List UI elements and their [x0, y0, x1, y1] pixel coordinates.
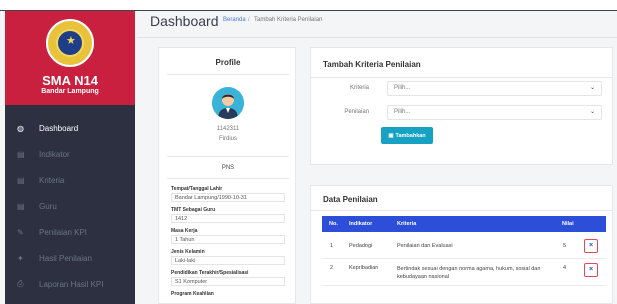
user-avatar-icon	[212, 87, 244, 119]
add-button[interactable]: ▣ Tambahkan	[381, 127, 433, 144]
table-title: Data Penilaian	[323, 195, 378, 204]
logo-star-icon: ★	[66, 35, 76, 47]
sidebar-item-indikator[interactable]: ▤ Indikator	[5, 142, 135, 166]
profile-title: Profile	[215, 58, 241, 67]
field-value: S1 Komputer	[171, 277, 285, 286]
list-icon: ▤	[17, 201, 25, 211]
divider	[167, 156, 289, 157]
bulb-icon: ✦	[17, 253, 24, 263]
breadcrumb-current: Tambah Kriteria Penilaian	[254, 17, 323, 23]
delete-button[interactable]: ×	[584, 239, 598, 253]
field-label: Jenis Kelamin	[171, 249, 205, 255]
report-icon: ⎙	[17, 279, 24, 288]
divider	[167, 74, 289, 75]
field-label: TMT Sebagai Guru	[171, 207, 216, 213]
kriteria-label: Kriteria	[349, 85, 369, 91]
add-button-label: Tambahkan	[395, 132, 426, 139]
col-kriteria: Kriteria	[397, 221, 417, 227]
profile-status: PNS	[221, 165, 235, 171]
field-label: Program Keahlian	[171, 291, 214, 297]
delete-button[interactable]: ×	[584, 263, 598, 277]
list-icon: ▤	[17, 175, 25, 185]
profile-name: Firdius	[218, 136, 237, 142]
table-row: 2 Kepribadian Bertindak sesuai dengan no…	[322, 259, 606, 286]
sidebar-item-label: Indikator	[39, 149, 70, 159]
sidebar-item-label: Kriteria	[39, 175, 65, 185]
field-label: Pendidikan Terakhir/Spesialisasi	[171, 270, 249, 276]
breadcrumb-home-link[interactable]: Beranda	[223, 17, 246, 23]
col-no: No.	[329, 221, 338, 227]
cell-kriteria: Bertindak sesuai dengan norma agama, huk…	[397, 266, 541, 280]
cell-nilai: 5	[563, 243, 567, 249]
field-value: Bandar Lampung/1990-10-31	[171, 193, 285, 202]
field-value: Laki-laki	[171, 256, 285, 265]
field-label: Masa Kerja	[171, 228, 198, 234]
field-value: 1 Tahun	[171, 235, 285, 244]
avatar	[212, 87, 244, 119]
sidebar-item-label: Hasil Penilaian	[39, 253, 92, 263]
penilaian-label: Penilaian	[344, 109, 369, 115]
sidebar-item-label: Guru	[39, 201, 57, 211]
chevron-down-icon: ⌄	[589, 109, 595, 115]
breadcrumb-separator: /	[248, 17, 250, 23]
brand-block: ★ SMA N14 Bandar Lampung	[5, 11, 135, 105]
table-header: No. Indikator Kriteria Nilai	[322, 216, 606, 232]
cell-kriteria: Penilaian dan Evaluasi	[397, 243, 453, 249]
table-row: 1 Pedadogi Penilaian dan Evaluasi 5 ×	[322, 234, 606, 259]
edit-icon: ✎	[17, 227, 24, 237]
chevron-down-icon: ⌄	[589, 85, 595, 91]
kriteria-select-value: Pilih...	[394, 85, 411, 91]
sidebar-item-penilaian-kpi[interactable]: ✎ Penilaian KPI	[5, 220, 135, 244]
penilaian-select-value: Pilih...	[394, 109, 411, 115]
divider	[167, 178, 289, 179]
profile-nip: 1142311	[216, 126, 240, 132]
cell-no: 1	[330, 243, 334, 249]
add-criteria-card: Tambah Kriteria Penilaian Kriteria Pilih…	[310, 47, 613, 165]
sidebar-item-kriteria[interactable]: ▤ Kriteria	[5, 168, 135, 192]
field-label: Tempat/Tanggal Lahir	[171, 186, 223, 192]
sidebar-item-label: Laporan Hasil KPI	[39, 279, 104, 289]
brand-title: SMA N14	[42, 73, 98, 88]
field-value: 1412	[171, 214, 285, 223]
form-title: Tambah Kriteria Penilaian	[323, 60, 421, 69]
cell-nilai: 4	[563, 265, 567, 271]
logo-inner: ★	[56, 29, 84, 57]
sidebar: ★ SMA N14 Bandar Lampung ◍ Dashboard ▤ I…	[5, 11, 135, 304]
page-title: Dashboard	[150, 13, 219, 29]
header-divider	[137, 37, 617, 38]
sidebar-item-hasil-penilaian[interactable]: ✦ Hasil Penilaian	[5, 246, 135, 270]
col-nilai: Nilai	[562, 221, 574, 227]
cell-no: 2	[330, 265, 334, 271]
save-icon: ▣	[388, 132, 394, 139]
sidebar-item-label: Penilaian KPI	[39, 227, 88, 237]
sidebar-item-dashboard[interactable]: ◍ Dashboard	[5, 116, 135, 140]
assessment-table-card: Data Penilaian No. Indikator Kriteria Ni…	[310, 185, 613, 304]
cell-indikator: Kepribadian	[349, 265, 379, 271]
profile-card: Profile 1142311 Firdius PNS Tempat/Tangg…	[158, 47, 296, 304]
cell-indikator: Pedadogi	[349, 243, 373, 249]
list-icon: ▤	[17, 149, 25, 159]
sidebar-item-label: Dashboard	[39, 123, 79, 133]
kriteria-select[interactable]: Pilih... ⌄	[387, 81, 602, 96]
col-indikator: Indikator	[349, 221, 373, 227]
sidebar-item-guru[interactable]: ▤ Guru	[5, 194, 135, 218]
brand-subtitle: Bandar Lampung	[41, 88, 99, 95]
dashboard-icon: ◍	[17, 123, 24, 133]
sidebar-item-laporan-hasil-kpi[interactable]: ⎙ Laporan Hasil KPI	[5, 272, 135, 296]
divider	[311, 77, 612, 78]
school-logo-icon: ★	[46, 19, 94, 67]
divider	[311, 210, 612, 211]
penilaian-select[interactable]: Pilih... ⌄	[387, 105, 602, 120]
